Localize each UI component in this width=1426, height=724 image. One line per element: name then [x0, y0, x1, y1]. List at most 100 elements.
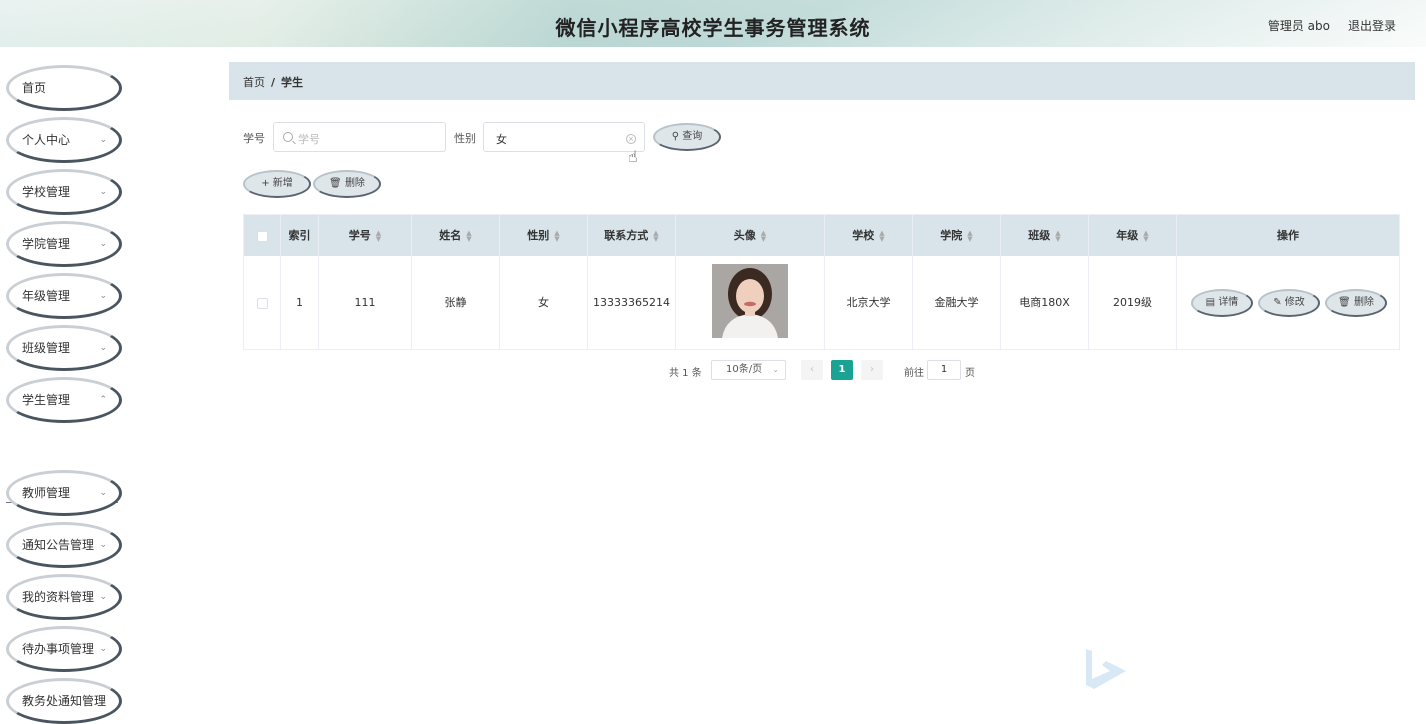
col-phone[interactable]: 联系方式 ▲ ▼ [588, 215, 676, 256]
gender-select[interactable]: 女 × [483, 122, 645, 152]
breadcrumb-home[interactable]: 首页 [243, 76, 265, 89]
col-student-id[interactable]: 学号 ▲ ▼ [319, 215, 412, 256]
sort-icon[interactable]: ▲ ▼ [1055, 230, 1060, 243]
sort-icon[interactable]: ▲ ▼ [376, 230, 381, 243]
col-name[interactable]: 姓名 ▲ ▼ [412, 215, 500, 256]
sidebar: 首页 个人中心 ⌄ 学校管理 ⌄ 学院管理 ⌄ 年级管理 ⌄ 班级管理 ⌄ 学生… [0, 47, 126, 724]
cell-grade: 2019级 [1089, 256, 1177, 350]
sort-icon[interactable]: ▲ ▼ [466, 230, 471, 243]
student-id-input[interactable]: 学号 [273, 122, 446, 152]
chevron-down-icon: ⌄ [99, 239, 107, 249]
pagination: 共 1 条 10条/页 ⌄ ‹ 1 › 前往 1 页 [0, 360, 1426, 380]
add-button-label: 新增 [272, 178, 293, 189]
student-id-placeholder: 学号 [298, 133, 320, 146]
row-delete-button-label: 删除 [1353, 297, 1374, 308]
search-icon [283, 132, 293, 142]
cell-phone: 13333365214 [588, 256, 676, 350]
delete-button-label: 删除 [344, 178, 365, 189]
sort-icon[interactable]: ▲ ▼ [761, 230, 766, 243]
chevron-down-icon: ⌄ [99, 696, 107, 706]
clear-icon[interactable]: × [626, 134, 636, 144]
sidebar-item-label: 班级管理 [22, 341, 71, 355]
query-button[interactable]: ⚲ 查询 [653, 123, 721, 151]
sort-icon[interactable]: ▲ ▼ [653, 230, 658, 243]
gender-value: 女 [496, 133, 507, 146]
goto-page-input[interactable]: 1 [927, 360, 961, 380]
breadcrumb-current: 学生 [281, 76, 304, 89]
breadcrumb-separator: / [271, 76, 276, 89]
select-all-cell [244, 215, 281, 256]
student-table: 索引 学号 ▲ ▼ 姓名 ▲ ▼ 性别 ▲ ▼ 联系方式 ▲ ▼ 头像 ▲ ▼ 学校 ▲ ▼ 学院 ▲ ▼ … [243, 214, 1400, 350]
sidebar-item-school[interactable]: 学校管理 ⌄ [6, 169, 122, 215]
col-avatar[interactable]: 头像 ▲ ▼ [676, 215, 825, 256]
current-page[interactable]: 1 [831, 360, 853, 380]
chevron-down-icon: ⌄ [99, 488, 107, 498]
col-class[interactable]: 班级 ▲ ▼ [1001, 215, 1089, 256]
sidebar-item-label: 教务处通知管理 [22, 694, 107, 708]
chevron-down-icon: ⌄ [99, 135, 107, 145]
plus-icon: + [261, 178, 270, 189]
row-checkbox[interactable] [256, 297, 268, 309]
query-button-label: 查询 [682, 131, 703, 142]
chevron-down-icon: ⌄ [99, 291, 107, 301]
sort-icon[interactable]: ▲ ▼ [879, 230, 884, 243]
breadcrumb-bar: 首页 / 学生 [229, 62, 1415, 100]
sidebar-item-student[interactable]: 学生管理 ⌃ [6, 377, 122, 423]
page-size-value: 10条/页 [726, 364, 763, 375]
sidebar-item-grade[interactable]: 年级管理 ⌄ [6, 273, 122, 319]
avatar-photo [712, 264, 788, 338]
col-school[interactable]: 学校 ▲ ▼ [825, 215, 913, 256]
delete-button[interactable]: 🗑 删除 [313, 170, 381, 198]
col-gender[interactable]: 性别 ▲ ▼ [500, 215, 588, 256]
pointer-cursor-icon: ☝ [628, 147, 638, 166]
edit-button[interactable]: ✎ 修改 [1258, 289, 1320, 317]
document-icon: ▤ [1205, 297, 1216, 308]
trash-icon: 🗑 [329, 178, 342, 189]
sidebar-item-personal-center[interactable]: 个人中心 ⌄ [6, 117, 122, 163]
page-size-select[interactable]: 10条/页 ⌄ [711, 360, 786, 380]
sidebar-item-home[interactable]: 首页 [6, 65, 122, 111]
col-index: 索引 [281, 215, 319, 256]
col-grade[interactable]: 年级 ▲ ▼ [1089, 215, 1177, 256]
prev-page-button[interactable]: ‹ [801, 360, 823, 380]
sidebar-item-label: 教师管理 [22, 486, 71, 500]
sidebar-item-todo[interactable]: 待办事项管理 ⌄ [6, 626, 122, 672]
logout-link[interactable]: 退出登录 [1348, 17, 1396, 34]
add-button[interactable]: + 新增 [243, 170, 311, 198]
sidebar-item-label: 学院管理 [22, 237, 71, 251]
cell-operations: ▤ 详情 ✎ 修改 🗑 删除 [1177, 256, 1399, 350]
sort-icon[interactable]: ▲ ▼ [1143, 230, 1148, 243]
next-page-button[interactable]: › [861, 360, 883, 380]
search-icon: ⚲ [671, 131, 680, 142]
row-delete-button[interactable]: 🗑 删除 [1325, 289, 1387, 317]
cell-gender: 女 [500, 256, 588, 350]
student-avatar[interactable] [712, 264, 788, 338]
sidebar-item-teacher[interactable]: 教师管理 ⌄ [6, 470, 122, 516]
chevron-down-icon: ⌄ [99, 187, 107, 197]
select-all-checkbox[interactable] [256, 230, 268, 242]
sidebar-item-label: 待办事项管理 [22, 642, 95, 656]
app-title: 微信小程序高校学生事务管理系统 [555, 16, 871, 40]
sidebar-item-my-materials[interactable]: 我的资料管理 ⌄ [6, 574, 122, 620]
sidebar-item-label: 我的资料管理 [22, 590, 95, 604]
cell-index: 1 [281, 256, 319, 350]
sidebar-item-academic-notice[interactable]: 教务处通知管理 ⌄ [6, 678, 122, 724]
pagination-total: 共 1 条 [669, 368, 702, 379]
col-operations: 操作 [1277, 229, 1299, 242]
chevron-down-icon: ⌄ [99, 540, 107, 550]
table-header: 索引 学号 ▲ ▼ 姓名 ▲ ▼ 性别 ▲ ▼ 联系方式 ▲ ▼ 头像 ▲ ▼ 学校 ▲ ▼ 学院 ▲ ▼ … [244, 215, 1399, 256]
row-select-cell [244, 256, 281, 350]
cell-school: 北京大学 [825, 256, 913, 350]
top-header: 微信小程序高校学生事务管理系统 管理员 abo 退出登录 [0, 0, 1426, 47]
sidebar-item-label: 通知公告管理 [22, 538, 95, 552]
sort-icon[interactable]: ▲ ▼ [967, 230, 972, 243]
student-id-label: 学号 [243, 132, 265, 145]
detail-button[interactable]: ▤ 详情 [1191, 289, 1253, 317]
cell-student-id: 111 [319, 256, 412, 350]
sidebar-item-college[interactable]: 学院管理 ⌄ [6, 221, 122, 267]
chevron-down-icon: ⌄ [772, 365, 779, 374]
sort-icon[interactable]: ▲ ▼ [554, 230, 559, 243]
sidebar-item-notice[interactable]: 通知公告管理 ⌄ [6, 522, 122, 568]
col-college[interactable]: 学院 ▲ ▼ [913, 215, 1001, 256]
sidebar-item-label: 学校管理 [22, 185, 71, 199]
